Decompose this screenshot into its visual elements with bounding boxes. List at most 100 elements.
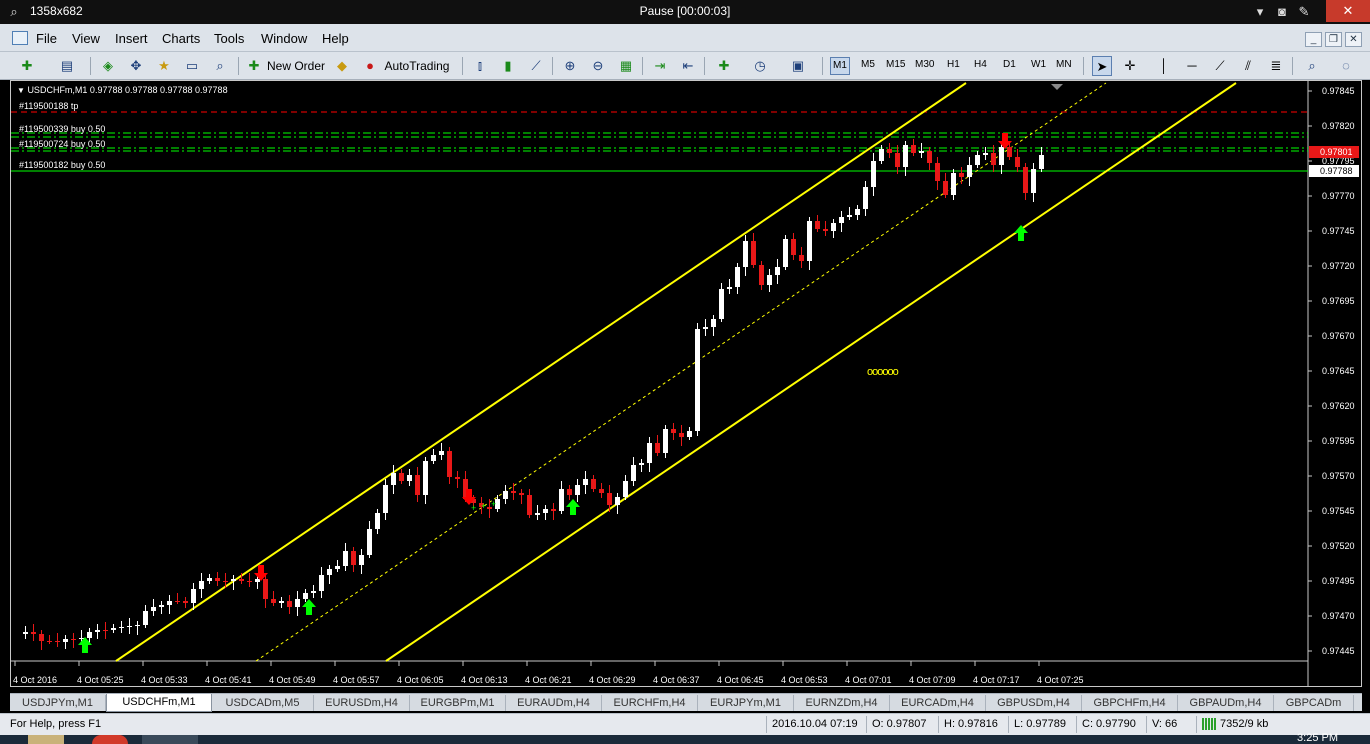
menu-view[interactable]: View [72, 31, 100, 46]
minimize-icon[interactable]: _ [1305, 32, 1322, 47]
close-button[interactable]: ✕ [1326, 0, 1370, 22]
cursor-icon[interactable]: ➤ [1092, 56, 1112, 76]
status-low: L: 0.97789 [1014, 718, 1066, 730]
close-chart-icon[interactable]: ✕ [1345, 32, 1362, 47]
channel-mid-line[interactable] [255, 82, 1107, 662]
indicators-icon[interactable]: ✚ [712, 56, 736, 76]
autotrading-button[interactable]: AutoTrading [382, 56, 452, 76]
data-window-icon[interactable]: ✥ [126, 56, 146, 76]
metaeditor-icon[interactable]: ◆ [332, 56, 352, 76]
new-order-icon[interactable]: ✚ [244, 56, 264, 76]
candle-bear [511, 491, 516, 493]
trendline-icon[interactable]: ⟋ [1210, 56, 1230, 76]
time-axis-label: 4 Oct 06:13 [461, 675, 508, 685]
chart-area[interactable]: 0.97845 0.97820 0.97795 0.97770 0.97745 0.977… [10, 80, 1362, 687]
timeframe-h4[interactable]: H4 [974, 59, 987, 70]
chat-icon[interactable]: ◌ [1334, 56, 1358, 76]
autotrading-icon[interactable]: ● [360, 56, 380, 76]
fibonacci-icon[interactable]: ≣ [1266, 56, 1286, 76]
chevron-down-icon[interactable]: ▾ [1252, 4, 1268, 20]
menu-charts[interactable]: Charts [162, 31, 200, 46]
bar-chart-icon[interactable]: ⫾ [470, 56, 490, 76]
menu-insert[interactable]: Insert [115, 31, 148, 46]
templates-icon[interactable]: ▣ [786, 56, 810, 76]
new-chart-icon[interactable]: ✚ [16, 56, 38, 76]
order-label-buy-2[interactable]: #119500724 buy 0.50 [19, 139, 105, 149]
candle-bull [407, 475, 412, 481]
chart-menu-triangle-icon[interactable]: ▼ [17, 86, 25, 95]
tester-icon[interactable]: ⌕ [210, 56, 230, 76]
folder-icon[interactable] [28, 735, 64, 744]
buy-arrow-icon[interactable] [302, 599, 316, 615]
candle-bull [967, 165, 972, 177]
candle-bull [847, 215, 852, 217]
timeframe-d1[interactable]: D1 [1003, 59, 1016, 70]
timeframe-m15[interactable]: M15 [886, 59, 905, 70]
periods-icon[interactable]: ◷ [748, 56, 772, 76]
chart-text-object[interactable]: oooooo [867, 366, 900, 378]
line-chart-icon[interactable]: ⟋ [526, 56, 546, 76]
channel-lower-line[interactable] [385, 82, 1237, 662]
order-label-buy-3[interactable]: #119500182 buy 0.50 [19, 160, 105, 170]
menu-file[interactable]: File [36, 31, 57, 46]
price-axis-label: 0.97445 [1322, 646, 1355, 656]
buy-arrow-icon[interactable] [1014, 225, 1028, 241]
terminal-icon[interactable]: ▭ [182, 56, 202, 76]
tab-eurusdm-h4[interactable]: EURUSDm,H4 [314, 695, 410, 711]
new-order-button[interactable]: New Order [266, 56, 326, 76]
order-label-buy-1[interactable]: #119500339 buy 0.50 [19, 124, 105, 134]
navigator-icon[interactable]: ★ [154, 56, 174, 76]
timeframe-m5[interactable]: M5 [861, 59, 875, 70]
tab-gbpcadm[interactable]: GBPCADm [1274, 695, 1354, 711]
profiles-icon[interactable]: ▤ [56, 56, 78, 76]
menu-window[interactable]: Window [261, 31, 307, 46]
timeframe-m1[interactable]: M1 [830, 57, 850, 75]
time-axis-label: 4 Oct 07:25 [1037, 675, 1084, 685]
horizontal-line-icon[interactable]: ─ [1182, 56, 1202, 76]
candlestick-icon[interactable]: ▮ [498, 56, 518, 76]
tab-usdjpym-m1[interactable]: USDJPYm,M1 [10, 695, 106, 711]
menu-tools[interactable]: Tools [214, 31, 244, 46]
tab-usdchfm-m1[interactable]: USDCHFm,M1 [106, 694, 212, 712]
timeframe-mn[interactable]: MN [1056, 59, 1072, 70]
tab-eurgbpm-m1[interactable]: EURGBPm,M1 [410, 695, 506, 711]
candle-bull [391, 473, 396, 485]
order-label-tp[interactable]: #119500188 tp [19, 101, 78, 111]
tab-gbpaudm-h4[interactable]: GBPAUDm,H4 [1178, 695, 1274, 711]
tab-eurnzdm-h4[interactable]: EURNZDm,H4 [794, 695, 890, 711]
tab-euraudm-h4[interactable]: EURAUDm,H4 [506, 695, 602, 711]
timeframe-m30[interactable]: M30 [915, 59, 934, 70]
metatrader-taskbar-item[interactable] [142, 735, 198, 744]
candle-bull [135, 625, 140, 626]
menu-bar: File View Insert Charts Tools Window Hel… [0, 24, 1370, 52]
restore-icon[interactable]: ❐ [1325, 32, 1342, 47]
candle-bull [663, 429, 668, 453]
zoom-out-icon[interactable]: ⊖ [588, 56, 608, 76]
timeframe-h1[interactable]: H1 [947, 59, 960, 70]
menu-help[interactable]: Help [322, 31, 349, 46]
tab-usdcadm-m5[interactable]: USDCADm,M5 [212, 695, 314, 711]
equidistant-channel-icon[interactable]: ⫽ [1238, 56, 1258, 76]
status-volume: V: 66 [1152, 718, 1178, 730]
tile-windows-icon[interactable]: ▦ [616, 56, 636, 76]
chrome-icon[interactable] [92, 735, 128, 744]
tab-eurcadm-h4[interactable]: EURCADm,H4 [890, 695, 986, 711]
chart-shift-marker[interactable] [1051, 84, 1063, 90]
tab-eurjpym-m1[interactable]: EURJPYm,M1 [698, 695, 794, 711]
search-icon[interactable]: ⌕ [1302, 56, 1322, 76]
price-chart[interactable]: 0.978450.978200.977950.977700.977450.977… [11, 81, 1361, 686]
tab-eurchfm-h4[interactable]: EURCHFm,H4 [602, 695, 698, 711]
vertical-line-icon[interactable]: │ [1154, 56, 1174, 76]
crosshair-icon[interactable]: ✛ [1120, 56, 1140, 76]
tab-gbpchfm-h4[interactable]: GBPCHFm,H4 [1082, 695, 1178, 711]
camera-icon[interactable]: ◙ [1274, 4, 1290, 20]
channel-upper-line[interactable] [115, 82, 967, 662]
tab-gbpusdm-h4[interactable]: GBPUSDm,H4 [986, 695, 1082, 711]
timeframe-w1[interactable]: W1 [1031, 59, 1046, 70]
chart-shift-icon[interactable]: ⇤ [678, 56, 698, 76]
candle-bull [279, 601, 284, 603]
pen-icon[interactable]: ✎ [1296, 4, 1312, 20]
auto-scroll-icon[interactable]: ⇥ [650, 56, 670, 76]
market-watch-icon[interactable]: ◈ [98, 56, 118, 76]
zoom-in-icon[interactable]: ⊕ [560, 56, 580, 76]
